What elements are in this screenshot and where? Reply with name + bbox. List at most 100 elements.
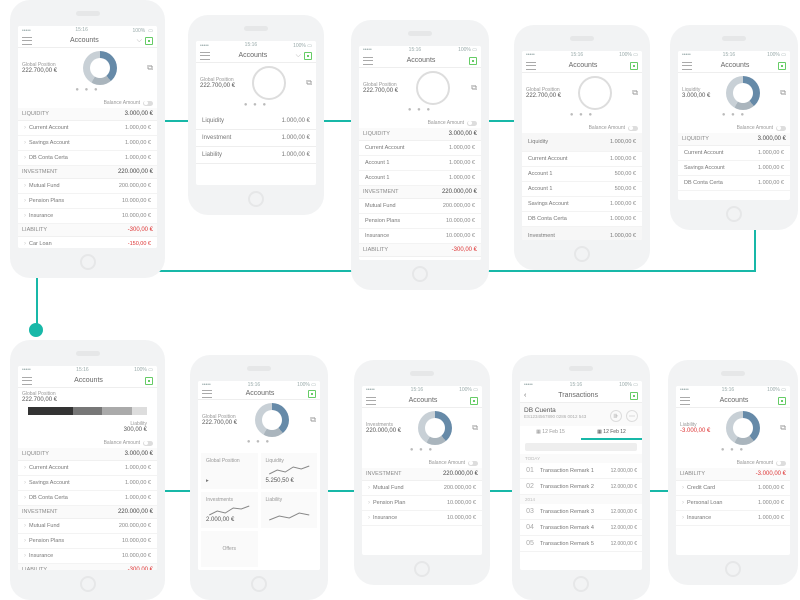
menu-icon[interactable] (680, 397, 690, 405)
tile-liability[interactable]: Liability (261, 492, 318, 528)
back-icon[interactable]: ‹ (524, 392, 526, 399)
section-liquidity[interactable]: LIQUIDITY3.000,00 € (359, 128, 481, 141)
row-investment[interactable]: Investment1.000,00 € (196, 130, 316, 147)
balance-toggle[interactable] (628, 126, 638, 131)
page-dots[interactable]: ● ● ● (22, 87, 153, 93)
row-credit-card[interactable]: ›Credit Card1.000,00 € (676, 481, 790, 496)
tx-group-2014: 2014 (520, 495, 642, 504)
menu-icon[interactable] (682, 62, 692, 70)
sparkline-icon (206, 503, 253, 517)
nav-bar: Accounts ⌵ (18, 34, 157, 48)
menu-icon[interactable] (526, 62, 536, 70)
layout-icon[interactable]: ⧉ (306, 415, 316, 425)
donut-chart-outline (252, 66, 286, 100)
tile-liquidity[interactable]: Liquidity 5.250,50 € (261, 453, 318, 489)
action-icon[interactable] (308, 390, 316, 398)
menu-icon[interactable] (202, 390, 212, 398)
row-liability[interactable]: Liability1.000,00 € (196, 147, 316, 164)
chart-icon[interactable]: ⊪ (610, 410, 622, 422)
row-insurance[interactable]: ›Insurance10.000,00 € (18, 209, 157, 224)
tx-row-2[interactable]: 02Transaction Remark 212.000,00 € (520, 479, 642, 495)
section-liquidity[interactable]: LIQUIDITY3.000,00 € (18, 108, 157, 121)
action-icon[interactable] (778, 397, 786, 405)
row-account-1[interactable]: Account 1500,00 € (522, 167, 642, 182)
tx-row-5[interactable]: 05Transaction Remark 512.000,00 € (520, 536, 642, 552)
row-mutual-fund[interactable]: ›Mutual Fund200.000,00 € (18, 179, 157, 194)
more-icon[interactable]: ⋯ (626, 410, 638, 422)
row-pension-plans[interactable]: ›Pension Plans10.000,00 € (18, 194, 157, 209)
row-savings-account[interactable]: ›Savings Account1.000,00 € (18, 136, 157, 151)
phone-screen-4: •••••15:16100% ▭ Accounts Global Positio… (514, 25, 650, 270)
tile-investments[interactable]: Investments 2.000,00 € (201, 492, 258, 528)
row-investment[interactable]: Investment1.000,00 € (522, 227, 642, 240)
balance-toggle[interactable] (468, 461, 478, 466)
menu-icon[interactable] (22, 377, 32, 385)
phone-screen-8: •••••15:16100% ▭ Accounts Investments220… (354, 360, 490, 585)
page-title: Accounts (70, 37, 99, 44)
row-current-account[interactable]: ›Current Account1.000,00 € (18, 121, 157, 136)
menu-icon[interactable] (363, 57, 373, 65)
tab-date-to[interactable]: ▦ 12 Feb 12 (581, 426, 642, 440)
menu-icon[interactable] (366, 397, 376, 405)
donut-chart (726, 411, 760, 445)
action-icon[interactable] (469, 57, 477, 65)
section-liability[interactable]: LIABILITY-300,00 € (18, 224, 157, 237)
row-liquidity[interactable]: Liquidity1.000,00 € (196, 113, 316, 130)
investments-amount: 220.000,00 € (366, 428, 401, 434)
action-icon[interactable] (145, 37, 153, 45)
row-db-conta-certa[interactable]: DB Conta Certa1.000,00 € (522, 212, 642, 227)
row-current-account[interactable]: Current Account1.000,00 € (359, 141, 481, 156)
phone-screen-5: •••••15:16100% ▭ Accounts Liquidity3.000… (670, 25, 798, 230)
global-position-amount: 222.700,00 € (22, 68, 57, 74)
search-input[interactable] (525, 443, 637, 451)
menu-icon[interactable] (22, 37, 32, 45)
phone-screen-9: •••••15:16100% ▭ ‹Transactions DB Cuenta… (512, 355, 650, 600)
layout-icon[interactable]: ⧉ (468, 423, 478, 433)
tile-global-position[interactable]: Global Position▸ (201, 453, 258, 489)
tx-row-3[interactable]: 03Transaction Remark 312.000,00 € (520, 504, 642, 520)
layout-icon[interactable]: ⧉ (776, 88, 786, 98)
action-icon[interactable] (630, 392, 638, 400)
tx-iban: ES1234567890 0286 0012 543 (524, 414, 586, 419)
layout-icon[interactable]: ⧉ (143, 63, 153, 73)
page-title: Transactions (558, 392, 598, 399)
tx-row-1[interactable]: 01Transaction Remark 112.000,00 € (520, 463, 642, 479)
layout-icon[interactable]: ⧉ (302, 78, 312, 88)
action-icon[interactable] (145, 377, 153, 385)
action-icon[interactable] (304, 52, 312, 60)
layout-icon[interactable]: ⧉ (776, 423, 786, 433)
row-account-1b[interactable]: Account 11.000,00 € (359, 171, 481, 186)
tx-account-name: DB Cuenta (524, 407, 586, 414)
tab-date-from[interactable]: ▦ 12 Feb 15 (520, 426, 581, 440)
tx-group-today: TODAY (520, 454, 642, 463)
row-personal-loan[interactable]: ›Personal Loan1.000,00 € (676, 496, 790, 511)
balance-toggle[interactable] (776, 461, 786, 466)
row-car-loan[interactable]: ›Car Loan-150,00 € (18, 237, 157, 248)
distribution-bar (28, 407, 147, 415)
layout-icon[interactable]: ⧉ (467, 83, 477, 93)
row-account-1b[interactable]: Account 1500,00 € (522, 182, 642, 197)
liability-amount: -3.000,00 € (680, 428, 710, 434)
balance-toggle[interactable] (776, 126, 786, 131)
action-icon[interactable] (630, 62, 638, 70)
row-current-account[interactable]: Current Account1.000,00 € (522, 152, 642, 167)
balance-toggle[interactable] (467, 121, 477, 126)
layout-icon[interactable]: ⧉ (628, 88, 638, 98)
sparkline-icon (266, 509, 313, 523)
row-savings[interactable]: Savings Account1.000,00 € (522, 197, 642, 212)
tile-offers[interactable]: Offers (201, 531, 258, 567)
action-icon[interactable] (470, 397, 478, 405)
balance-toggle[interactable] (143, 101, 153, 106)
tx-row-4[interactable]: 04Transaction Remark 412.000,00 € (520, 520, 642, 536)
section-investment[interactable]: INVESTMENT220.000,00 € (18, 166, 157, 179)
donut-chart (416, 71, 450, 105)
row-db-conta-certa[interactable]: ›DB Conta Certa1.000,00 € (18, 151, 157, 166)
balance-toggle[interactable] (143, 441, 153, 446)
row-liquidity[interactable]: Liquidity1.000,00 € (522, 133, 642, 152)
row-account-1[interactable]: Account 11.000,00 € (359, 156, 481, 171)
action-icon[interactable] (778, 62, 786, 70)
row-insurance[interactable]: ›Insurance1.000,00 € (676, 511, 790, 526)
donut-chart (726, 76, 760, 110)
menu-icon[interactable] (200, 52, 210, 60)
status-bar: •••••15:16100% ▭ (196, 41, 316, 49)
